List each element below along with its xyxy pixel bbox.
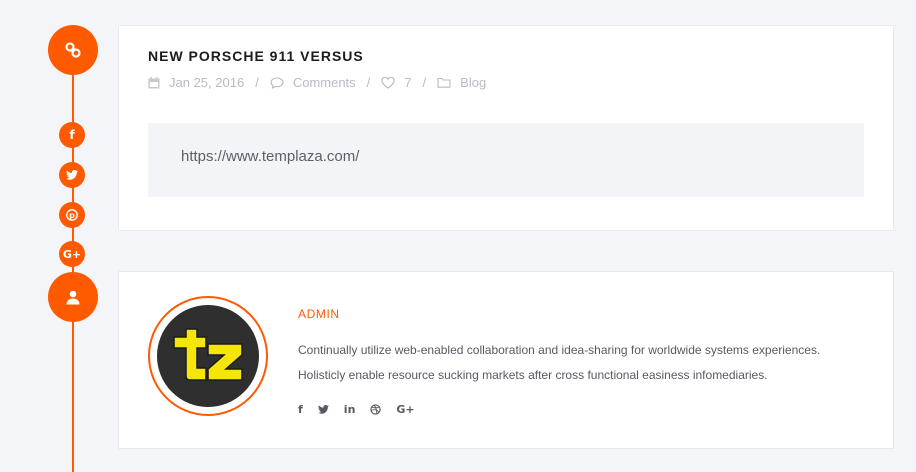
author-bio-line-1: Continually utilize web-enabled collabor… — [298, 343, 821, 357]
author-linkedin-icon[interactable]: in — [344, 403, 356, 416]
comment-icon — [270, 76, 284, 89]
like-count: 7 — [404, 75, 412, 90]
twitter-icon — [66, 170, 78, 180]
meta-separator: / — [422, 75, 427, 90]
pinterest-icon: p — [66, 209, 78, 221]
category-link[interactable]: Blog — [460, 75, 486, 90]
link-box: https://www.templaza.com/ — [148, 123, 864, 197]
author-avatar-image — [157, 305, 259, 407]
facebook-icon: f — [69, 128, 75, 142]
author-facebook-icon[interactable]: f — [298, 403, 303, 416]
share-facebook-button[interactable]: f — [59, 122, 85, 148]
user-icon — [48, 272, 98, 322]
author-dribbble-icon[interactable] — [370, 404, 382, 415]
author-name[interactable]: ADMIN — [298, 307, 340, 321]
avatar — [148, 296, 268, 416]
post-meta: Jan 25, 2016 / Comments / 7 / Blog — [148, 75, 486, 90]
folder-icon — [437, 77, 451, 88]
author-twitter-icon[interactable] — [317, 405, 329, 414]
author-card: ADMIN Continually utilize web-enabled co… — [118, 271, 894, 449]
google-plus-icon: G+ — [62, 247, 82, 261]
author-bio: Continually utilize web-enabled collabor… — [298, 338, 878, 388]
post-date: Jan 25, 2016 — [169, 75, 245, 90]
heart-icon[interactable] — [381, 76, 395, 89]
post-title[interactable]: NEW PORSCHE 911 VERSUS — [148, 48, 364, 64]
share-google-plus-button[interactable]: G+ — [59, 241, 85, 267]
author-social-links: f in G+ — [298, 403, 430, 416]
calendar-icon — [148, 76, 160, 89]
author-google-plus-icon[interactable]: G+ — [396, 403, 414, 416]
link-icon — [48, 25, 98, 75]
share-pinterest-button[interactable]: p — [59, 202, 85, 228]
share-twitter-button[interactable] — [59, 162, 85, 188]
meta-separator: / — [366, 75, 371, 90]
meta-separator: / — [255, 75, 259, 90]
comments-link[interactable]: Comments — [293, 75, 356, 90]
post-card: NEW PORSCHE 911 VERSUS Jan 25, 2016 / Co… — [118, 25, 894, 231]
templaza-logo-icon — [173, 328, 243, 381]
post-link-url[interactable]: https://www.templaza.com/ — [181, 148, 359, 165]
svg-text:p: p — [69, 211, 75, 220]
author-bio-line-2: Holisticly enable resource sucking marke… — [298, 368, 768, 382]
